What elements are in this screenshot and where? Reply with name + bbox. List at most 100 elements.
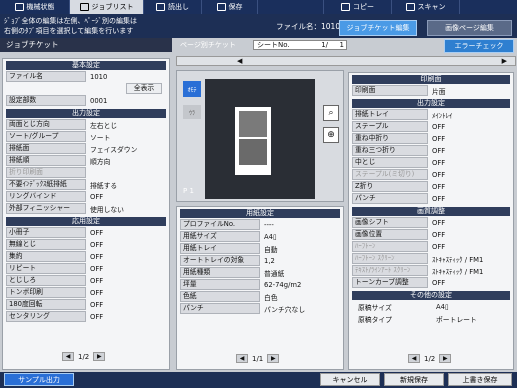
setting-key[interactable]: 坪量 (180, 279, 260, 290)
list-item: ステープル(ミ切り) OFF (352, 169, 510, 180)
sheet-label: シートNo. (257, 41, 290, 49)
setting-value: OFF (432, 182, 446, 191)
image-adjust-header: 画質調整 (352, 207, 510, 216)
copy-icon (341, 3, 350, 11)
setting-key[interactable]: 不要ｲﾝﾃﾞｯｸｽ紙排紙 (6, 179, 86, 190)
setting-key: 原稿サイズ (358, 303, 392, 312)
setting-key[interactable]: リングバインド (6, 191, 86, 202)
error-check-button[interactable]: エラーチェック (444, 39, 514, 53)
tab-copy[interactable]: コピー (324, 0, 392, 14)
setting-value: ｽﾄｷｬｽﾃｨｯｸ / FM1 (432, 255, 484, 264)
zoom-in-icon[interactable]: ⊕ (323, 127, 339, 143)
tab-image-page-edit[interactable]: 画像ページ編集 (427, 20, 512, 36)
setting-key: 折り印刷面 (6, 167, 86, 178)
setting-key[interactable]: 両面とじ方向 (6, 119, 86, 130)
filename-key[interactable]: ファイル名 (6, 71, 86, 82)
other-settings-header: その他の設定 (352, 291, 510, 300)
list-item: トーンカーブ調整 OFF (352, 277, 510, 288)
list-item: 坪量 62-74g/m2 (180, 279, 340, 290)
setting-key[interactable]: センタリング (6, 311, 86, 322)
setting-key[interactable]: 用紙サイズ (180, 231, 260, 242)
sheet-number-field[interactable]: シートNo. 1/ 1 (253, 40, 347, 50)
setting-key[interactable]: リピート (6, 263, 86, 274)
zoom-fit-icon[interactable]: ⌕ (323, 105, 339, 121)
show-all-button[interactable]: 全表示 (126, 83, 162, 94)
setting-key[interactable]: ソート/グループ (6, 131, 86, 142)
list-item: 画像位置 OFF (352, 229, 510, 240)
setting-key[interactable]: Z折り (352, 181, 428, 192)
setting-value: OFF (90, 276, 104, 285)
setting-key[interactable]: 排紙順 (6, 155, 86, 166)
copies-key[interactable]: 設定部数 (6, 95, 86, 106)
setting-value: OFF (90, 300, 104, 309)
setting-key[interactable]: プロファイルNo. (180, 219, 260, 230)
next-page-button[interactable]: ▶ (267, 354, 280, 363)
list-item: リングバインド OFF (6, 191, 166, 202)
setting-key[interactable]: 重ね中折り (352, 133, 428, 144)
setting-key[interactable]: 用紙種類 (180, 267, 260, 278)
cancel-button[interactable]: キャンセル (320, 373, 380, 386)
tab-job-ticket-edit[interactable]: ジョブチケット編集 (339, 20, 417, 36)
setting-value: OFF (90, 192, 104, 201)
tab-recall[interactable]: 読出し (144, 0, 202, 14)
setting-key[interactable]: とじしろ (6, 275, 86, 286)
tab-job-list[interactable]: ジョブリスト (70, 0, 144, 14)
setting-key[interactable]: トーンカーブ調整 (352, 277, 428, 288)
setting-value: 使用しない (90, 205, 124, 214)
list-item: 原稿サイズ A4▯ (352, 301, 510, 312)
setting-key[interactable]: 無線とじ (6, 239, 86, 250)
setting-value: 自動 (264, 245, 278, 254)
setting-key[interactable]: 画像シフト (352, 217, 428, 228)
setting-key[interactable]: トンボ印刷 (6, 287, 86, 298)
setting-key[interactable]: パンチ (352, 193, 428, 204)
scroll-right-icon[interactable]: ▶ (502, 57, 507, 65)
page-scrollbar[interactable]: ◀ ▶ (176, 56, 516, 66)
setting-value: 62-74g/m2 (264, 280, 302, 289)
prev-page-button[interactable]: ◀ (408, 354, 420, 363)
setting-value: 1,2 (264, 256, 275, 265)
left-pager: ◀ 1/2 ▶ (62, 352, 106, 361)
sample-output-button[interactable]: サンプル出力 (4, 373, 74, 386)
setting-key[interactable]: 用紙トレイ (180, 243, 260, 254)
setting-key[interactable]: 小冊子 (6, 227, 86, 238)
prev-page-button[interactable]: ◀ (236, 354, 248, 363)
back-side-button[interactable]: ｳﾗ (183, 105, 201, 119)
setting-key[interactable]: ステープル (352, 121, 428, 132)
setting-key[interactable]: パンチ (180, 303, 260, 314)
tab-scan[interactable]: スキャン (392, 0, 460, 14)
job-ticket-panel: 基本設定 ファイル名 1010 全表示 設定部数 0001 出力設定 両面とじ方… (2, 58, 170, 370)
setting-value: OFF (432, 242, 446, 251)
setting-key[interactable]: 重ね三つ折り (352, 145, 428, 156)
prev-page-button[interactable]: ◀ (62, 352, 74, 361)
setting-key[interactable]: 画像位置 (352, 229, 428, 240)
page-indicator: 1/2 (78, 352, 90, 361)
middle-pager: ◀ 1/1 ▶ (236, 354, 280, 363)
applied-settings-list: 小冊子 OFF 無線とじ OFF 集約 OFF リピート OFF とじしろ OFF トンボ… (6, 227, 166, 322)
front-side-button[interactable]: ｵﾓﾃ (183, 81, 201, 97)
tab-save[interactable]: 保存 (202, 0, 258, 14)
setting-key[interactable]: オートトレイの対象 (180, 255, 260, 266)
right-output-header: 出力設定 (352, 99, 510, 108)
save-new-button[interactable]: 新規保存 (384, 373, 444, 386)
tab-blank[interactable] (258, 0, 324, 14)
tab-machine-status[interactable]: 機械状態 (0, 0, 70, 14)
setting-key[interactable]: 排紙面 (6, 143, 86, 154)
setting-key[interactable]: 中とじ (352, 157, 428, 168)
list-item: パンチ パンチ穴なし (180, 303, 340, 314)
setting-key[interactable]: 印刷面 (352, 85, 428, 96)
setting-value: OFF (90, 288, 104, 297)
thumbnail-image-top (239, 111, 267, 137)
list-item: 原稿タイプ ポートレート (352, 313, 510, 324)
overwrite-save-button[interactable]: 上書き保存 (448, 373, 512, 386)
next-page-button[interactable]: ▶ (439, 354, 452, 363)
setting-value: 左右とじ (90, 121, 118, 130)
next-page-button[interactable]: ▶ (93, 352, 106, 361)
setting-key[interactable]: 色紙 (180, 291, 260, 302)
setting-value: 普通紙 (264, 269, 285, 278)
setting-key[interactable]: 外部フィニッシャー (6, 203, 86, 214)
setting-key[interactable]: 排紙トレイ (352, 109, 428, 120)
setting-key[interactable]: 集約 (6, 251, 86, 262)
tab-extra[interactable] (460, 0, 517, 14)
scroll-left-icon[interactable]: ◀ (237, 57, 242, 65)
setting-key[interactable]: 180度回転 (6, 299, 86, 310)
